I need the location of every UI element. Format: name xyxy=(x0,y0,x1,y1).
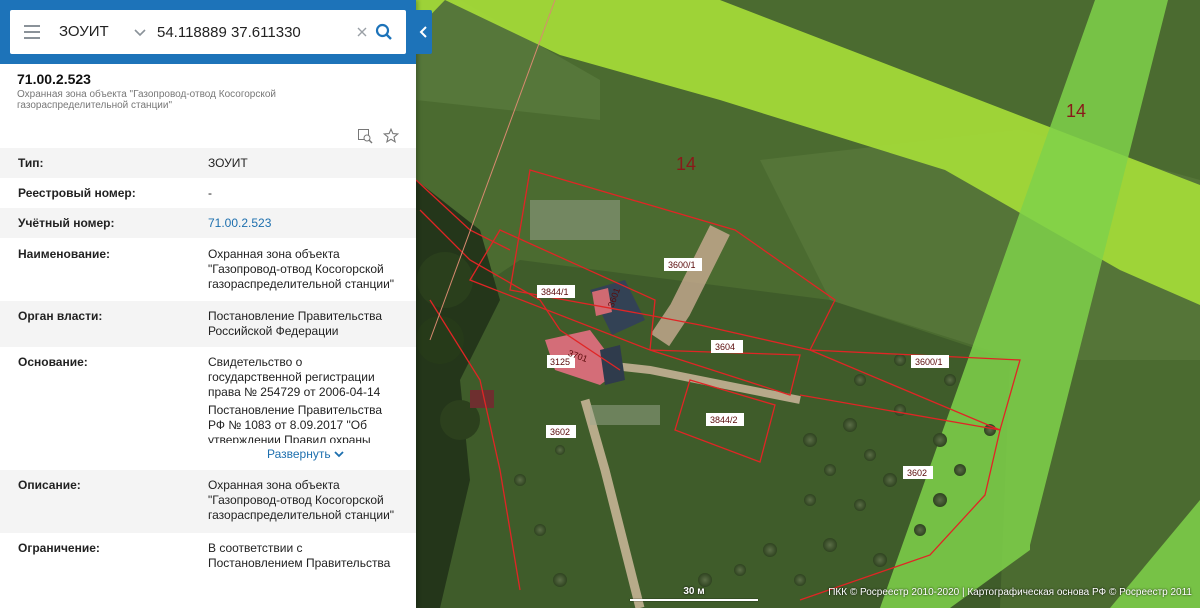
detail-row-authority: Орган власти: Постановление Правительств… xyxy=(0,301,416,347)
search-box: ЗОУИТ xyxy=(10,10,406,54)
detail-value: В соответствии с Постановлением Правител… xyxy=(208,541,391,570)
info-panel: ЗОУИТ 71.00.2.523 Охранная зона объекта … xyxy=(0,0,416,608)
detail-label: Основание: xyxy=(18,355,88,369)
zone-label: 14 xyxy=(1066,101,1086,121)
parcel-label: 3600/1 xyxy=(668,260,696,270)
detail-label: Наименование: xyxy=(18,247,111,261)
detail-value: ЗОУИТ xyxy=(208,156,248,170)
detail-label: Орган власти: xyxy=(18,309,103,323)
object-subtitle: Охранная зона объекта "Газопровод-отвод … xyxy=(17,89,277,111)
collapse-panel-button[interactable] xyxy=(416,10,432,54)
parcel-label: 3844/2 xyxy=(710,415,738,425)
detail-row-registry-number: Реестровый номер: - xyxy=(0,178,416,208)
parcel-label: 3602 xyxy=(550,427,570,437)
scale-bar: 30 м xyxy=(630,586,758,601)
copyright-text: ПКК © Росреестр 2010-2020 | Картографиче… xyxy=(828,587,1192,598)
search-input[interactable] xyxy=(157,22,357,42)
chevron-left-icon xyxy=(419,26,427,38)
parcel-label: 3602 xyxy=(907,468,927,478)
detail-value: - xyxy=(208,186,212,200)
detail-value: Свидетельство о государственной регистра… xyxy=(208,355,381,399)
expand-label: Развернуть xyxy=(267,447,331,461)
chevron-down-icon[interactable] xyxy=(133,25,147,39)
chevron-down-icon xyxy=(334,451,344,458)
detail-value: Охранная зона объекта "Газопровод-отвод … xyxy=(208,247,395,291)
detail-row-type: Тип: ЗОУИТ xyxy=(0,148,416,178)
object-title: 71.00.2.523 xyxy=(17,71,91,87)
account-number-link[interactable]: 71.00.2.523 xyxy=(208,216,271,230)
detail-label: Учётный номер: xyxy=(18,216,115,230)
detail-row-restriction: Ограничение: В соответствии с Постановле… xyxy=(0,533,416,608)
detail-value: Охранная зона объекта "Газопровод-отвод … xyxy=(208,478,395,522)
menu-icon[interactable] xyxy=(24,25,40,39)
detail-label: Ограничение: xyxy=(18,541,100,555)
expand-link[interactable]: Развернуть xyxy=(267,447,344,461)
search-icon[interactable] xyxy=(375,23,393,41)
close-icon[interactable] xyxy=(355,25,369,39)
detail-label: Реестровый номер: xyxy=(18,186,136,200)
detail-label: Описание: xyxy=(18,478,81,492)
zone-label: 14 xyxy=(676,154,696,174)
detail-value: Постановление Правительства РФ № 1083 от… xyxy=(208,403,383,443)
parcel-label: 3600/1 xyxy=(915,357,943,367)
search-bar: ЗОУИТ xyxy=(0,0,416,64)
detail-row-description: Описание: Охранная зона объекта "Газопро… xyxy=(0,470,416,533)
scale-label: 30 м xyxy=(683,586,705,597)
detail-label: Тип: xyxy=(18,156,44,170)
detail-row-account-number: Учётный номер: 71.00.2.523 xyxy=(0,208,416,238)
parcel-label: 3125 xyxy=(550,357,570,367)
detail-row-basis: Основание: Свидетельство о государственн… xyxy=(0,347,416,470)
star-icon[interactable] xyxy=(383,128,399,144)
layer-select-label[interactable]: ЗОУИТ xyxy=(59,23,109,40)
parcel-label: 3604 xyxy=(715,342,735,352)
zoom-to-object-icon[interactable] xyxy=(357,128,373,144)
parcel-label: 3844/1 xyxy=(541,287,569,297)
detail-value: Постановление Правительства Российской Ф… xyxy=(208,309,383,338)
detail-row-name: Наименование: Охранная зона объекта "Газ… xyxy=(0,239,416,301)
